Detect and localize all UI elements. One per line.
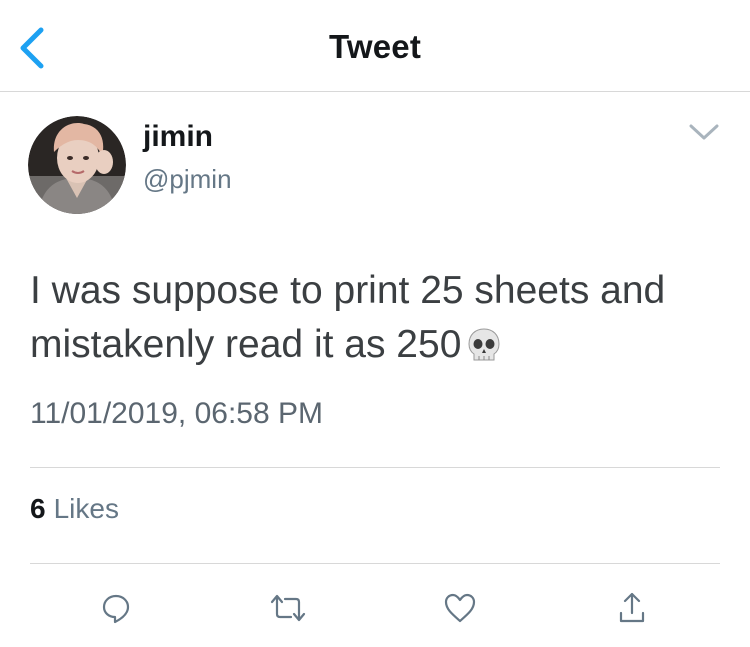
author-handle[interactable]: @pjmin: [143, 164, 232, 195]
divider: [30, 563, 720, 564]
avatar[interactable]: [28, 116, 126, 214]
retweet-icon: [270, 594, 306, 622]
share-icon: [619, 592, 645, 623]
avatar-photo: [28, 116, 126, 214]
tweet-timestamp: 11/01/2019, 06:58 PM: [30, 397, 323, 430]
likes-count: 6: [30, 493, 46, 524]
author-display-name[interactable]: jimin: [143, 120, 213, 154]
retweet-button[interactable]: [268, 588, 308, 628]
reply-button[interactable]: [96, 588, 136, 628]
like-button[interactable]: [440, 588, 480, 628]
reply-icon: [102, 594, 130, 624]
divider: [30, 467, 720, 468]
heart-icon: [444, 593, 476, 623]
tweet-text: I was suppose to print 25 sheets and mis…: [30, 264, 730, 378]
page-title: Tweet: [328, 28, 422, 65]
chevron-down-icon: [689, 124, 719, 140]
likes-label: Likes: [53, 493, 119, 524]
more-options-button[interactable]: [680, 116, 728, 148]
share-button[interactable]: [612, 588, 652, 628]
tweet-text-content: I was suppose to print 25 sheets and mis…: [30, 269, 666, 366]
likes-stat[interactable]: 6 Likes: [30, 493, 119, 525]
navigation-bar: Tweet: [0, 0, 750, 92]
skull-icon: [467, 324, 501, 378]
